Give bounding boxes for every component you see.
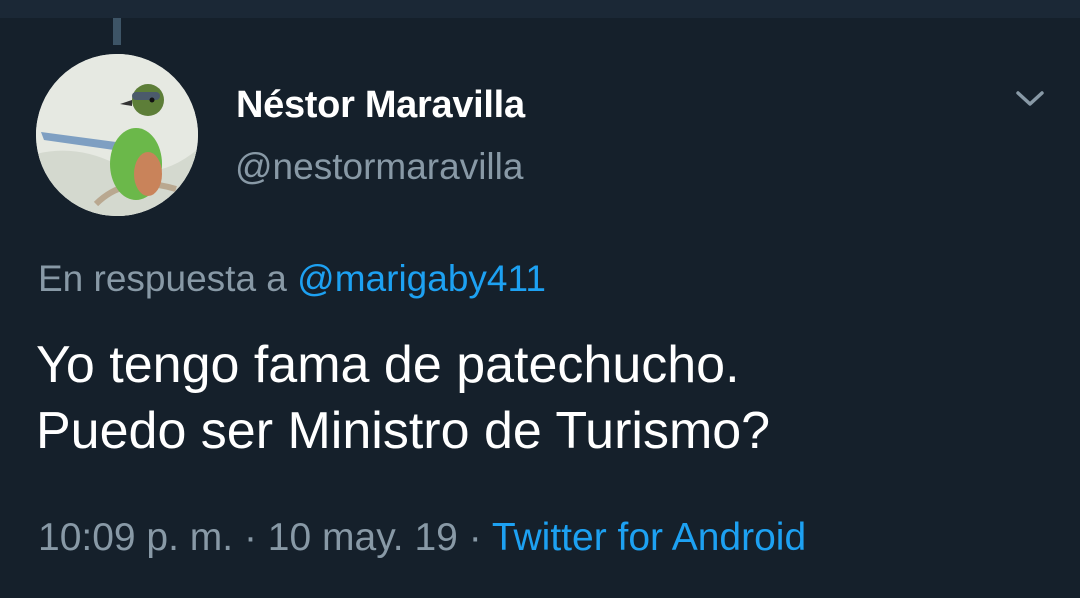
avatar[interactable] [36, 54, 198, 216]
tweet-text: Yo tengo fama de patechucho. Puedo ser M… [36, 332, 1046, 464]
tweet-time: 10:09 p. m. [38, 516, 234, 559]
tweet-text-line: Puedo ser Ministro de Turismo? [36, 402, 771, 460]
tweet-source-link[interactable]: Twitter for Android [492, 516, 806, 559]
reply-context: En respuesta a @marigaby411 [38, 258, 546, 300]
tweet-text-line: Yo tengo fama de patechucho. [36, 336, 740, 394]
thread-connector-line [113, 18, 121, 45]
author-name[interactable]: Néstor Maravilla [236, 84, 525, 127]
chevron-down-icon [1016, 91, 1044, 106]
meta-separator: · [233, 516, 268, 559]
meta-separator: · [457, 516, 492, 559]
author-handle[interactable]: @nestormaravilla [235, 146, 523, 188]
reply-prefix: En respuesta a [38, 258, 287, 299]
more-options-button[interactable] [1010, 84, 1050, 114]
top-header-strip [0, 0, 1080, 18]
tweet-date: 10 may. 19 [267, 516, 458, 559]
tweet-meta: 10:09 p. m. · 10 may. 19 · Twitter for A… [38, 516, 806, 560]
reply-mention-link[interactable]: @marigaby411 [297, 258, 546, 299]
bird-avatar-icon [36, 54, 198, 216]
